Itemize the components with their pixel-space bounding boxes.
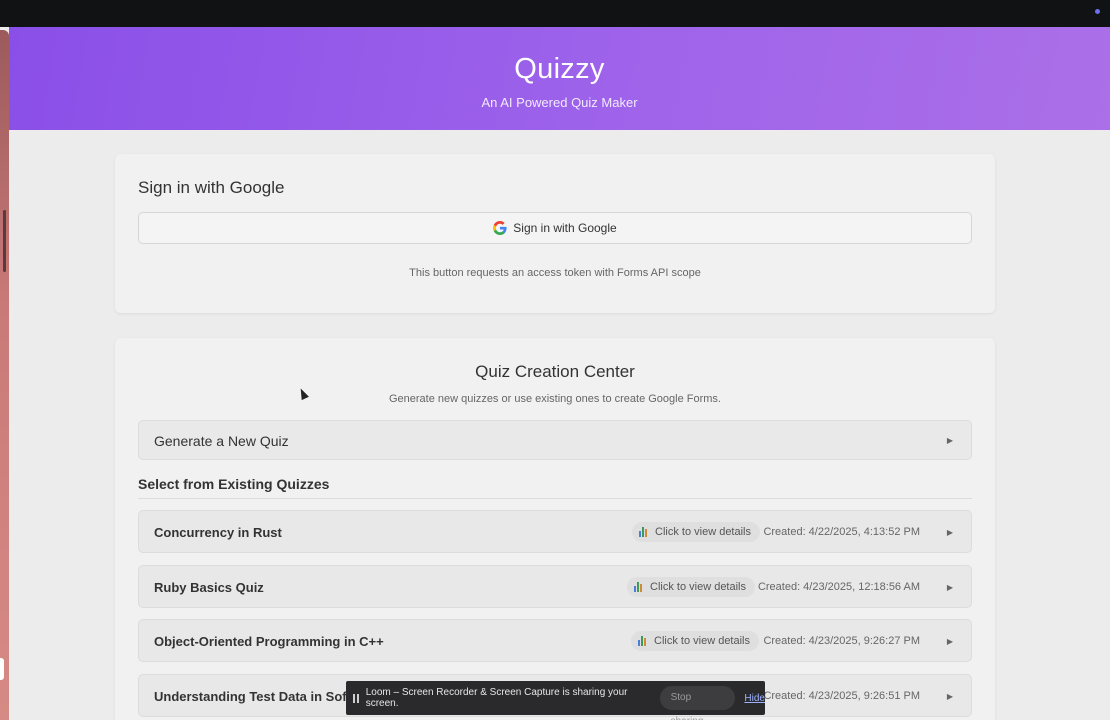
quiz-created-date: Created: 4/23/2025, 12:18:56 AM	[757, 581, 920, 593]
view-details-label: Click to view details	[655, 526, 751, 538]
generate-quiz-toggle[interactable]: Generate a New Quiz ▶	[138, 420, 972, 460]
app-subtitle: An AI Powered Quiz Maker	[481, 95, 638, 110]
view-details-label: Click to view details	[650, 581, 746, 593]
signin-card: Sign in with Google Sign in with Google …	[115, 154, 995, 313]
quiz-created-date: Created: 4/23/2025, 9:26:51 PM	[763, 690, 920, 702]
quiz-title: Concurrency in Rust	[154, 525, 282, 540]
quiz-title: Understanding Test Data in Sof	[154, 689, 347, 704]
quiz-created-date: Created: 4/23/2025, 9:26:27 PM	[763, 635, 920, 647]
quiz-item[interactable]: Ruby Basics Quiz Click to view details C…	[138, 565, 972, 608]
google-g-icon	[493, 221, 507, 235]
play-arrow-icon: ▶	[946, 637, 953, 646]
side-tab-handle[interactable]	[0, 658, 4, 680]
google-signin-button[interactable]: Sign in with Google	[138, 212, 972, 244]
page-header: Quizzy An AI Powered Quiz Maker	[9, 27, 1110, 130]
quiz-title: Ruby Basics Quiz	[154, 580, 264, 595]
app-title: Quizzy	[514, 53, 605, 85]
play-arrow-icon: ▶	[946, 436, 953, 445]
play-arrow-icon: ▶	[946, 528, 953, 537]
signin-note: This button requests an access token wit…	[409, 267, 701, 279]
stop-sharing-button[interactable]: Stop sharing	[659, 686, 736, 720]
play-arrow-icon: ▶	[946, 692, 953, 701]
signin-title: Sign in with Google	[138, 178, 285, 197]
existing-quizzes-heading: Select from Existing Quizzes	[138, 476, 330, 492]
quiz-title: Object-Oriented Programming in C++	[154, 634, 384, 649]
quiz-center-subtitle: Generate new quizzes or use existing one…	[388, 393, 721, 405]
divider	[138, 498, 972, 499]
loom-sharing-message: Loom – Screen Recorder & Screen Capture …	[365, 687, 628, 709]
quiz-created-date: Created: 4/22/2025, 4:13:52 PM	[763, 526, 920, 538]
view-details-badge[interactable]: Click to view details	[632, 522, 760, 542]
view-details-badge[interactable]: Click to view details	[627, 577, 755, 597]
hide-link[interactable]: Hide	[744, 693, 765, 704]
bar-chart-icon	[634, 582, 644, 592]
os-top-bar	[0, 0, 1110, 27]
quiz-item[interactable]: Object-Oriented Programming in C++ Click…	[138, 619, 972, 662]
loom-sharing-bar: Loom – Screen Recorder & Screen Capture …	[346, 681, 765, 720]
quiz-creation-card: Quiz Creation Center Generate new quizze…	[115, 338, 995, 720]
view-details-label: Click to view details	[654, 635, 750, 647]
bar-chart-icon	[638, 636, 648, 646]
bar-chart-icon	[639, 527, 649, 537]
quiz-center-title: Quiz Creation Center	[475, 362, 635, 381]
scroll-handle[interactable]	[3, 210, 6, 272]
play-arrow-icon: ▶	[946, 583, 953, 592]
status-dot-icon	[1095, 9, 1100, 14]
generate-quiz-label: Generate a New Quiz	[154, 433, 289, 449]
side-panel-edge	[0, 30, 9, 720]
pause-icon[interactable]	[353, 693, 360, 703]
google-signin-label: Sign in with Google	[513, 221, 617, 235]
view-details-badge[interactable]: Click to view details	[631, 631, 759, 651]
quiz-item[interactable]: Concurrency in Rust Click to view detail…	[138, 510, 972, 553]
